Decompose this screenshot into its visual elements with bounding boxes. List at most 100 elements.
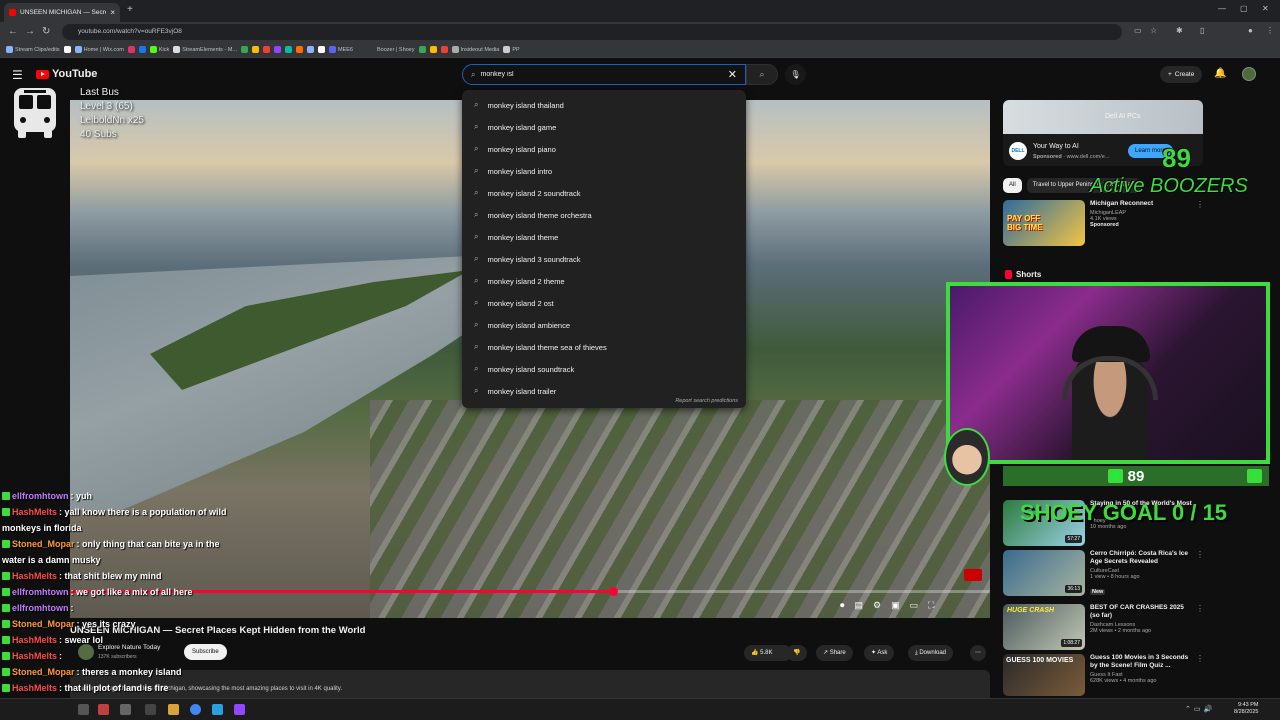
profile-icon[interactable]: ●	[1248, 26, 1253, 35]
settings-gear-icon[interactable]: ⚙	[873, 600, 881, 611]
create-button[interactable]: + Create	[1160, 66, 1203, 83]
taskbar-app-icon[interactable]	[145, 704, 156, 715]
sidepanel-icon[interactable]: ▯	[1200, 26, 1204, 35]
taskbar-app-icon[interactable]	[234, 704, 245, 715]
report-predictions-link[interactable]: Report search predictions	[675, 398, 738, 404]
suggestion-item[interactable]: ⌕ monkey island 3 soundtrack	[462, 248, 746, 270]
bookmark-item[interactable]	[241, 46, 248, 53]
fullscreen-icon[interactable]: ⛶	[928, 600, 934, 611]
bookmark-item[interactable]	[440, 46, 448, 53]
menu-icon[interactable]: ☰	[12, 68, 23, 82]
rec-title[interactable]: Cerro Chirripó: Costa Rica's Ice Age Sec…	[1090, 550, 1195, 566]
bookmark-item[interactable]: Insideout Media	[451, 46, 499, 53]
rec-thumbnail[interactable]: PAY OFF BIG TIME	[1003, 200, 1085, 246]
maximize-icon[interactable]: ▢	[1240, 4, 1248, 13]
recommendation-item[interactable]: HUGE CRASH 1:08:27 BEST OF CAR CRASHES 2…	[1003, 604, 1195, 650]
chat-username[interactable]: HashMelts	[12, 571, 57, 581]
taskbar-app-icon[interactable]	[98, 704, 109, 715]
like-button[interactable]: 👍 5.8K	[744, 645, 792, 661]
forward-icon[interactable]: →	[25, 26, 35, 37]
suggestion-item[interactable]: ⌕ monkey island game	[462, 116, 746, 138]
recommendation-item[interactable]: 36:13 Cerro Chirripó: Costa Rica's Ice A…	[1003, 550, 1195, 598]
suggestion-item[interactable]: ⌕ monkey island piano	[462, 138, 746, 160]
rec-thumbnail[interactable]: HUGE CRASH 1:08:27	[1003, 604, 1085, 650]
bookmark-item[interactable]: Stream Clips/edits	[6, 46, 60, 53]
dislike-button[interactable]: 👎	[786, 645, 808, 661]
new-tab-icon[interactable]: +	[127, 4, 133, 15]
download-button[interactable]: ⤓ Download	[908, 645, 954, 661]
voice-search-button[interactable]: 🎙	[785, 64, 806, 85]
bookmark-item[interactable]	[138, 46, 146, 53]
search-button[interactable]: ⌕	[746, 64, 778, 85]
chat-username[interactable]: ellfromhtown	[12, 587, 69, 597]
miniplayer-icon[interactable]: ▣	[891, 600, 900, 611]
bookmark-item[interactable]	[307, 46, 314, 53]
progress-scrubber[interactable]	[608, 587, 618, 596]
suggestion-item[interactable]: ⌕ monkey island 2 ost	[462, 292, 746, 314]
rec-thumbnail[interactable]: GUESS 100 MOVIES	[1003, 654, 1085, 696]
suggestion-item[interactable]: ⌕ monkey island theme sea of thieves	[462, 336, 746, 358]
browser-tab[interactable]: UNSEEN MICHIGAN — Secret Pl ×	[4, 3, 120, 22]
notifications-bell-icon[interactable]: 🔔	[1214, 68, 1226, 79]
bookmark-star-icon[interactable]: ☆	[1150, 26, 1157, 35]
taskbar-app-icon[interactable]	[120, 704, 131, 715]
recommendation-item[interactable]: PAY OFF BIG TIME Michigan Reconnect Mich…	[1003, 200, 1195, 246]
share-button[interactable]: ↗ Share	[816, 645, 853, 661]
extensions-icon[interactable]: ✱	[1176, 26, 1183, 35]
suggestion-item[interactable]: ⌕ monkey island 2 soundtrack	[462, 182, 746, 204]
theater-mode-icon[interactable]: ▭	[910, 600, 919, 611]
close-tab-icon[interactable]: ×	[110, 8, 115, 17]
bookmark-item[interactable]: PP	[503, 46, 520, 53]
chat-username[interactable]: ellfromhtown	[12, 603, 69, 613]
bookmark-item[interactable]	[263, 46, 270, 53]
rec-thumbnail[interactable]: 36:13	[1003, 550, 1085, 596]
chat-username[interactable]: HashMelts	[12, 651, 57, 661]
chat-username[interactable]: HashMelts	[12, 507, 57, 517]
more-options-icon[interactable]: ⋮	[1196, 604, 1204, 613]
folder-icon[interactable]	[168, 704, 179, 715]
bookmark-item[interactable]	[318, 46, 325, 53]
ask-button[interactable]: ✦ Ask	[864, 645, 895, 661]
bookmark-item[interactable]	[252, 46, 259, 53]
bookmark-item[interactable]	[418, 46, 426, 53]
suggestion-item[interactable]: ⌕ monkey island intro	[462, 160, 746, 182]
chip-all[interactable]: All	[1003, 178, 1022, 193]
bookmark-item[interactable]	[285, 46, 292, 53]
close-window-icon[interactable]: ✕	[1262, 4, 1269, 13]
rec-title[interactable]: BEST OF CAR CRASHES 2025 (so far)	[1090, 604, 1195, 620]
minimize-icon[interactable]: —	[1218, 4, 1226, 13]
bookmark-item[interactable]	[63, 46, 71, 53]
chrome-icon[interactable]	[190, 704, 201, 715]
recommendation-item[interactable]: GUESS 100 MOVIES Guess 100 Movies in 3 S…	[1003, 654, 1195, 696]
suggestion-item[interactable]: ⌕ monkey island theme orchestra	[462, 204, 746, 226]
cast-icon[interactable]: ▭	[1134, 26, 1142, 35]
chat-username[interactable]: Stoned_Mopar	[12, 667, 75, 677]
chat-username[interactable]: Stoned_Mopar	[12, 619, 75, 629]
clock[interactable]: 9:43 PM 8/28/2025	[1234, 702, 1258, 716]
clear-search-icon[interactable]: ✕	[728, 68, 737, 81]
taskbar-app-icon[interactable]	[212, 704, 223, 715]
youtube-logo[interactable]: YouTube	[36, 68, 97, 80]
subtitles-icon[interactable]: ▤	[855, 600, 864, 611]
suggestion-item[interactable]: ⌕ monkey island 2 theme	[462, 270, 746, 292]
more-options-icon[interactable]: ⋮	[1196, 200, 1204, 209]
rec-title[interactable]: Guess 100 Movies in 3 Seconds by the Sce…	[1090, 654, 1195, 670]
search-input[interactable]	[480, 71, 728, 78]
bookmark-item[interactable]: Boozer | Shoey	[377, 47, 415, 53]
rec-title[interactable]: Michigan Reconnect	[1090, 200, 1195, 208]
suggestion-item[interactable]: ⌕ monkey island soundtrack	[462, 358, 746, 380]
system-tray-icons[interactable]: ⌃▭🔊	[1185, 705, 1215, 713]
bookmark-item[interactable]	[274, 46, 281, 53]
bookmark-item[interactable]: Home | Wix.com	[74, 46, 124, 53]
more-options-icon[interactable]: ⋮	[1196, 654, 1204, 663]
more-actions-button[interactable]: ⋯	[970, 645, 986, 661]
reload-icon[interactable]: ↻	[42, 26, 50, 37]
chat-username[interactable]: HashMelts	[12, 683, 57, 693]
taskbar-app-icon[interactable]	[78, 704, 89, 715]
more-options-icon[interactable]: ⋮	[1196, 550, 1204, 559]
address-bar[interactable]: youtube.com/watch?v=ouRFE3vjO8	[62, 24, 1122, 40]
autoplay-toggle-icon[interactable]: ⏺	[840, 600, 845, 611]
menu-dots-icon[interactable]: ⋮	[1266, 26, 1274, 35]
chat-username[interactable]: HashMelts	[12, 635, 57, 645]
chat-username[interactable]: ellfromhtown	[12, 491, 69, 501]
